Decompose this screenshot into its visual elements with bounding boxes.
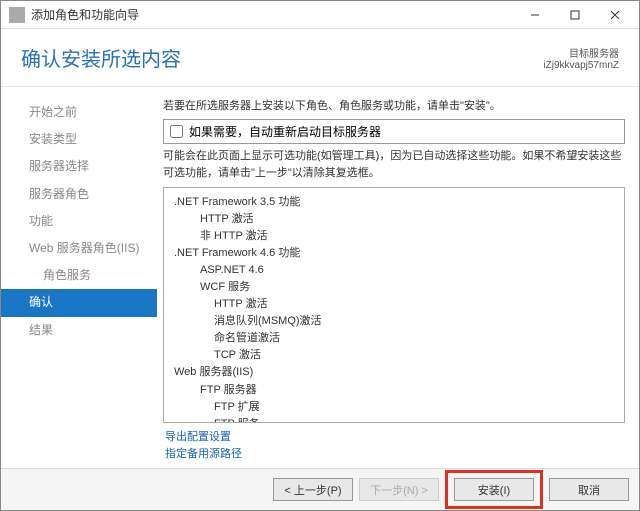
- step-before[interactable]: 开始之前: [1, 99, 157, 126]
- install-highlight: 安装(I): [445, 470, 543, 509]
- export-config-link[interactable]: 导出配置设置: [165, 429, 623, 446]
- feature-item: Web 服务器(IIS): [172, 364, 616, 381]
- body: 开始之前 安装类型 服务器选择 服务器角色 功能 Web 服务器角色(IIS) …: [1, 87, 639, 468]
- feature-item: HTTP 激活: [172, 211, 616, 228]
- step-confirm[interactable]: 确认: [1, 289, 157, 316]
- main-panel: 若要在所选服务器上安装以下角色、角色服务或功能，请单击"安装"。 如果需要，自动…: [157, 87, 639, 468]
- window-controls: [515, 2, 635, 28]
- auto-restart-label: 如果需要，自动重新启动目标服务器: [189, 123, 381, 140]
- feature-item: ASP.NET 4.6: [172, 262, 616, 279]
- previous-button[interactable]: < 上一步(P): [273, 478, 353, 501]
- feature-item: 命名管道激活: [172, 330, 616, 347]
- close-button[interactable]: [595, 2, 635, 28]
- target-label: 目标服务器: [543, 45, 619, 60]
- step-results[interactable]: 结果: [1, 317, 157, 344]
- intro-text: 若要在所选服务器上安装以下角色、角色服务或功能，请单击"安装"。: [163, 97, 625, 113]
- note-text: 可能会在此页面上显示可选功能(如管理工具)，因为已自动选择这些功能。如果不希望安…: [163, 148, 625, 181]
- next-button: 下一步(N) >: [359, 478, 439, 501]
- step-server-roles[interactable]: 服务器角色: [1, 181, 157, 208]
- target-server: 目标服务器 iZj9kkvapj57mnZ: [543, 45, 619, 71]
- step-features[interactable]: 功能: [1, 208, 157, 235]
- cancel-button[interactable]: 取消: [549, 478, 629, 501]
- alt-source-link[interactable]: 指定备用源路径: [165, 446, 623, 463]
- feature-item: 非 HTTP 激活: [172, 228, 616, 245]
- features-list[interactable]: .NET Framework 3.5 功能HTTP 激活非 HTTP 激活.NE…: [163, 187, 625, 423]
- maximize-icon: [570, 10, 580, 20]
- feature-item: TCP 激活: [172, 347, 616, 364]
- footer: < 上一步(P) 下一步(N) > 安装(I) 取消: [1, 468, 639, 510]
- target-value: iZj9kkvapj57mnZ: [543, 60, 619, 71]
- feature-item: HTTP 激活: [172, 296, 616, 313]
- feature-item: .NET Framework 3.5 功能: [172, 194, 616, 211]
- step-server-select[interactable]: 服务器选择: [1, 153, 157, 180]
- step-install-type[interactable]: 安装类型: [1, 126, 157, 153]
- app-icon: [9, 7, 25, 23]
- auto-restart-checkbox[interactable]: [170, 125, 183, 138]
- feature-item: FTP 服务: [172, 416, 616, 423]
- links: 导出配置设置 指定备用源路径: [163, 423, 625, 468]
- feature-item: FTP 服务器: [172, 382, 616, 399]
- step-role-services[interactable]: 角色服务: [1, 262, 157, 289]
- feature-item: 消息队列(MSMQ)激活: [172, 313, 616, 330]
- window-title: 添加角色和功能向导: [31, 6, 515, 23]
- auto-restart-row: 如果需要，自动重新启动目标服务器: [163, 119, 625, 144]
- page-heading: 确认安装所选内容: [21, 43, 543, 72]
- titlebar: 添加角色和功能向导: [1, 1, 639, 29]
- minimize-icon: [530, 10, 540, 20]
- minimize-button[interactable]: [515, 2, 555, 28]
- maximize-button[interactable]: [555, 2, 595, 28]
- wizard-window: 添加角色和功能向导 确认安装所选内容 目标服务器 iZj9kkvapj57mnZ…: [0, 0, 640, 511]
- feature-item: .NET Framework 4.6 功能: [172, 245, 616, 262]
- step-iis-role[interactable]: Web 服务器角色(IIS): [1, 235, 157, 262]
- header: 确认安装所选内容 目标服务器 iZj9kkvapj57mnZ: [1, 29, 639, 87]
- feature-item: WCF 服务: [172, 279, 616, 296]
- install-button[interactable]: 安装(I): [454, 478, 534, 501]
- feature-item: FTP 扩展: [172, 399, 616, 416]
- close-icon: [610, 10, 620, 20]
- sidebar: 开始之前 安装类型 服务器选择 服务器角色 功能 Web 服务器角色(IIS) …: [1, 87, 157, 468]
